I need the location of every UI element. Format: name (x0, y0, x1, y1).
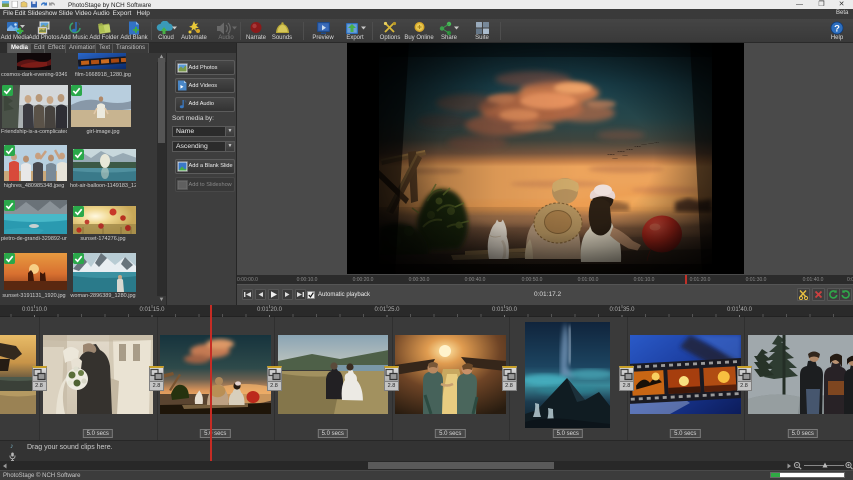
svg-text:?: ? (834, 23, 840, 34)
